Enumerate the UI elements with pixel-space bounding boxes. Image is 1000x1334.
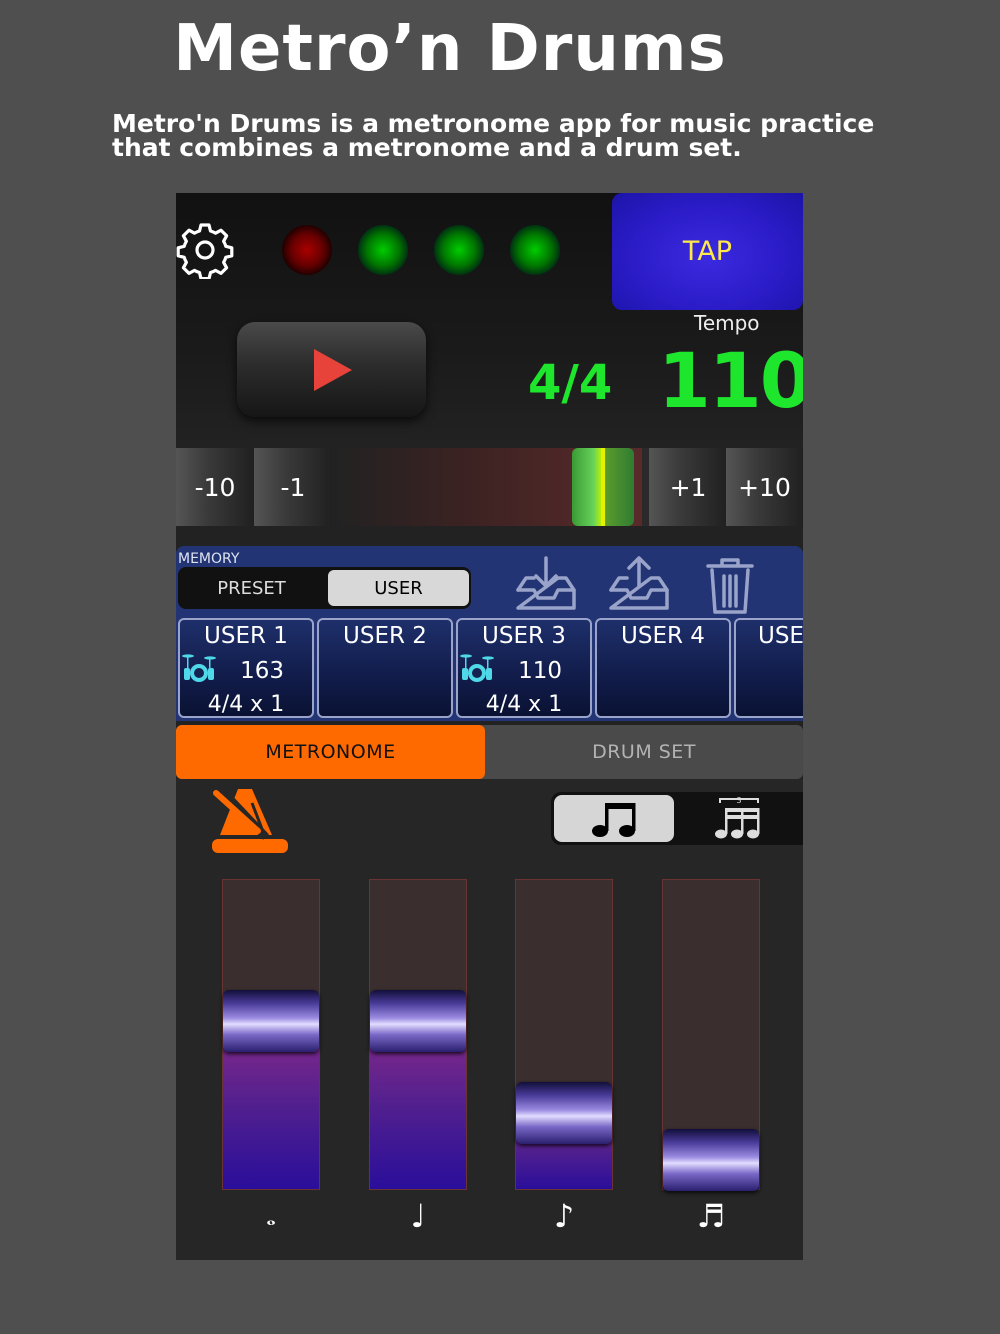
triplet-notes-icon: 3 bbox=[715, 797, 760, 838]
app-screen: TAP Tempo 4/4 110 -10 -1 +1 +10 MEMORY P… bbox=[176, 193, 803, 1260]
trash-icon[interactable] bbox=[698, 556, 762, 614]
slot-name: USER 1 bbox=[204, 623, 288, 649]
fader-knob[interactable] bbox=[223, 990, 319, 1052]
eighth-note-volume-fader[interactable] bbox=[515, 879, 613, 1190]
tempo-minus-10-button[interactable]: -10 bbox=[176, 448, 254, 526]
export-memory-icon[interactable] bbox=[607, 556, 671, 614]
fader-knob[interactable] bbox=[516, 1082, 612, 1144]
tab-metronome[interactable]: METRONOME bbox=[176, 725, 485, 779]
time-signature[interactable]: 4/4 bbox=[528, 355, 612, 411]
quarter-note-volume-fader[interactable] bbox=[369, 879, 467, 1190]
fader-knob[interactable] bbox=[663, 1129, 759, 1191]
slot-name: USER 2 bbox=[343, 623, 427, 649]
gear-icon[interactable] bbox=[176, 221, 234, 279]
tempo-plus-1-button[interactable]: +1 bbox=[649, 448, 727, 526]
quarter-note-icon: ♩ bbox=[410, 1197, 426, 1235]
slot-bpm: 163 bbox=[240, 658, 284, 684]
metronome-panel: 3 𝅝 ♩ ♪ ♬ bbox=[176, 779, 803, 1260]
svg-text:3: 3 bbox=[736, 797, 741, 805]
memory-slot-5[interactable]: USER 5 bbox=[734, 618, 803, 718]
fader-knob[interactable] bbox=[370, 990, 466, 1052]
app-description: Metro'n Drums is a metronome app for mus… bbox=[112, 109, 875, 162]
play-icon bbox=[313, 348, 352, 391]
slot-signature: 4/4 x 1 bbox=[207, 692, 285, 717]
memory-slot-2[interactable]: USER 2 bbox=[317, 618, 453, 718]
slot-name: USER 4 bbox=[621, 623, 705, 649]
memory-slot-3[interactable]: USER 3 110 4/4 x 1 bbox=[456, 618, 592, 718]
tab-drum-set[interactable]: DRUM SET bbox=[485, 725, 803, 779]
note-mode-segmented-control: 3 bbox=[551, 792, 803, 845]
beat-light-2 bbox=[358, 225, 408, 275]
tempo-adjust-row: -10 -1 +1 +10 bbox=[176, 448, 803, 526]
straight-notes-segment[interactable] bbox=[554, 795, 674, 842]
tempo-plus-10-button[interactable]: +10 bbox=[726, 448, 803, 526]
play-button[interactable] bbox=[237, 322, 426, 417]
tempo-label: Tempo bbox=[694, 311, 760, 335]
tempo-slider-thumb[interactable] bbox=[572, 448, 634, 526]
beat-light-4 bbox=[510, 225, 560, 275]
memory-panel: MEMORY PRESET USER USER 1 163 4/4 x 1 US… bbox=[176, 546, 803, 721]
memory-segmented-control: PRESET USER bbox=[178, 567, 471, 609]
drum-kit-icon bbox=[460, 654, 494, 682]
memory-label: MEMORY bbox=[178, 551, 240, 567]
slot-signature: 4/4 x 1 bbox=[485, 692, 563, 717]
memory-slot-4[interactable]: USER 4 bbox=[595, 618, 731, 718]
drum-kit-icon bbox=[182, 654, 216, 682]
slot-name: USER 5 bbox=[758, 623, 803, 649]
whole-note-icon: 𝅝 bbox=[266, 1203, 276, 1231]
eighth-note-icon: ♪ bbox=[553, 1197, 575, 1235]
beat-light-3 bbox=[434, 225, 484, 275]
user-segment[interactable]: USER bbox=[328, 570, 469, 606]
preset-segment[interactable]: PRESET bbox=[181, 570, 322, 606]
sixteenth-note-volume-fader[interactable] bbox=[662, 879, 760, 1191]
metronome-mute-icon[interactable] bbox=[208, 785, 292, 855]
tempo-slider[interactable] bbox=[332, 448, 642, 526]
eighth-notes-icon bbox=[592, 802, 636, 837]
slot-name: USER 3 bbox=[482, 623, 566, 649]
top-bar: TAP Tempo 4/4 110 bbox=[176, 193, 803, 448]
sixteenth-note-icon: ♬ bbox=[696, 1197, 726, 1235]
tap-tempo-button[interactable]: TAP bbox=[612, 193, 803, 310]
memory-slot-1[interactable]: USER 1 163 4/4 x 1 bbox=[178, 618, 314, 718]
beat-light-1 bbox=[282, 225, 332, 275]
whole-note-volume-fader[interactable] bbox=[222, 879, 320, 1190]
mode-tabs: METRONOME DRUM SET bbox=[176, 725, 803, 779]
page-title: Metro’n Drums bbox=[173, 12, 727, 86]
triplet-notes-segment[interactable]: 3 bbox=[679, 795, 799, 842]
save-to-memory-icon[interactable] bbox=[514, 556, 578, 614]
memory-slots: USER 1 163 4/4 x 1 USER 2 USER 3 110 4/4… bbox=[178, 618, 803, 721]
slot-bpm: 110 bbox=[518, 658, 562, 684]
tempo-value[interactable]: 110 bbox=[658, 336, 803, 425]
tempo-minus-1-button[interactable]: -1 bbox=[254, 448, 332, 526]
